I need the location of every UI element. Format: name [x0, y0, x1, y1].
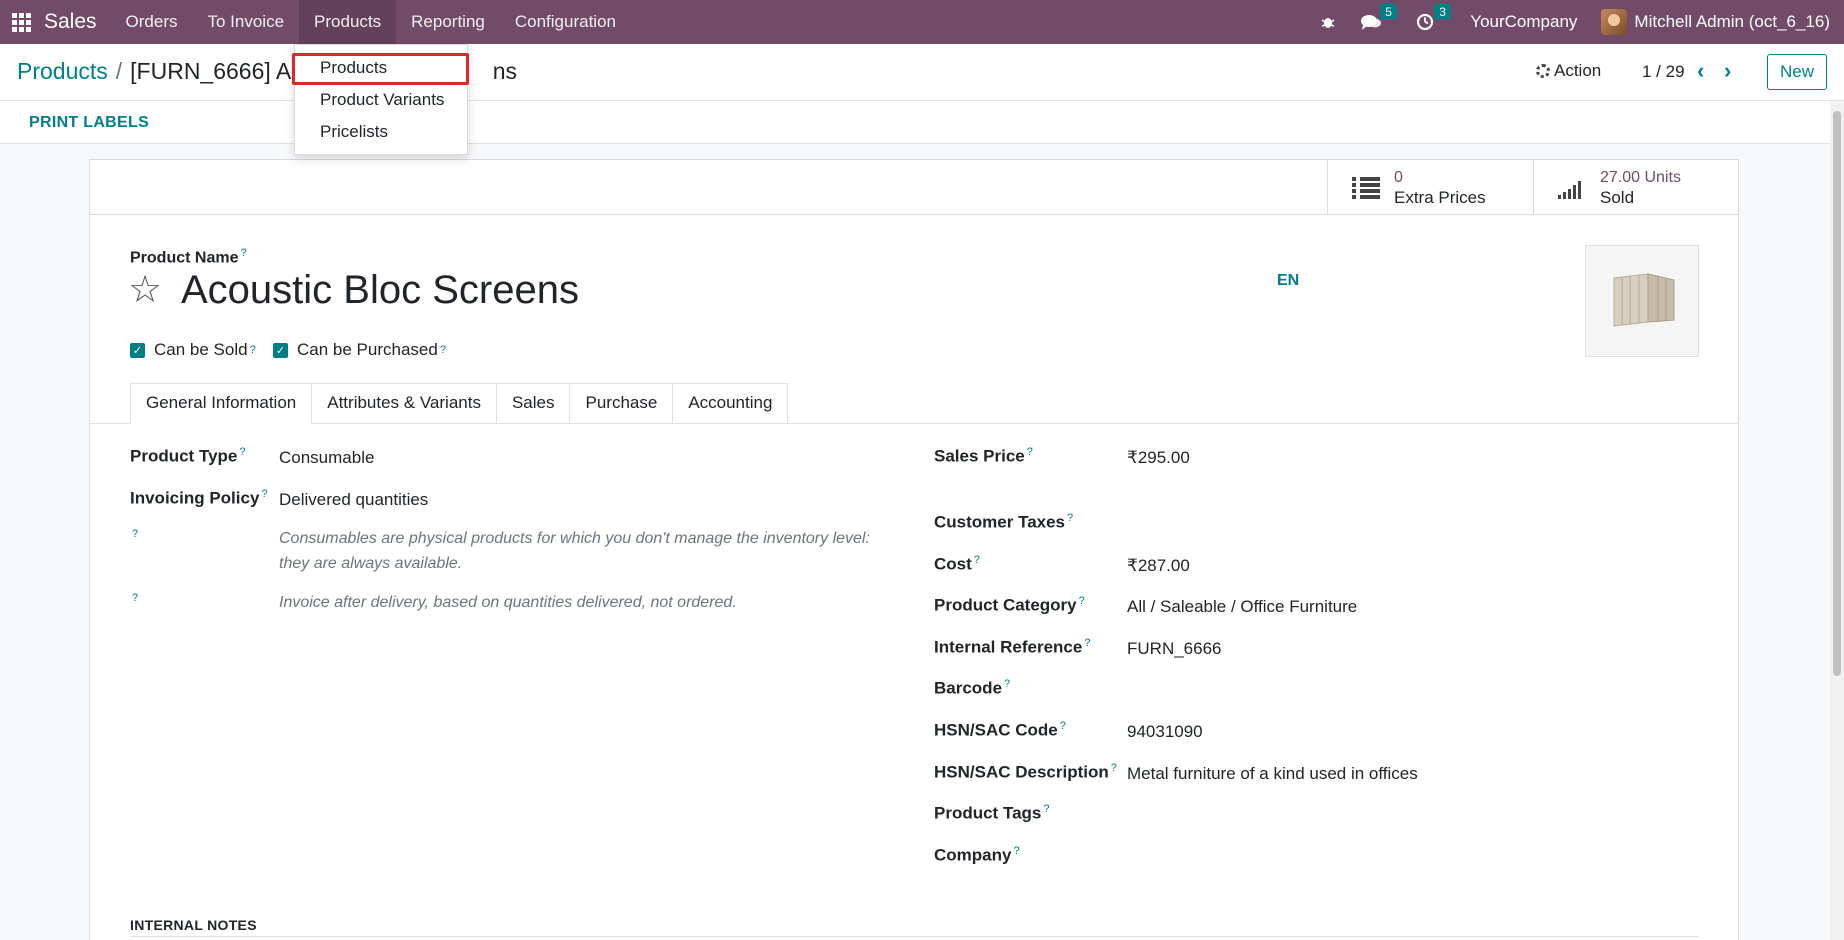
internal-notes-title: INTERNAL NOTES: [130, 917, 257, 933]
can-be-sold-label: Can be Sold: [154, 340, 248, 359]
product-category-label: Product Category?: [934, 595, 1085, 615]
scrollbar-thumb[interactable]: [1833, 111, 1841, 676]
list-icon: [1352, 177, 1380, 199]
sales-price-field[interactable]: ₹295.00: [1127, 448, 1190, 468]
menu-to-invoice[interactable]: To Invoice: [193, 0, 300, 44]
product-type-help-icon: ?: [132, 528, 139, 540]
print-labels-button[interactable]: PRINT LABELS: [29, 114, 149, 132]
product-type-help-text: Consumables are physical products for wh…: [279, 530, 870, 572]
product-type-field[interactable]: Consumable: [279, 448, 374, 468]
language-toggle[interactable]: EN: [1277, 272, 1299, 290]
debug-bug-icon[interactable]: [1308, 0, 1348, 44]
app-brand[interactable]: Sales: [42, 0, 111, 44]
tab-attributes-variants[interactable]: Attributes & Variants: [312, 383, 497, 424]
can-be-purchased-field[interactable]: ✓ Can be Purchased?: [273, 340, 446, 360]
highlight-box: [292, 53, 469, 85]
product-type-label: Product Type?: [130, 446, 246, 466]
units-sold-button[interactable]: 27.00 Units Sold: [1533, 160, 1738, 215]
product-tags-label: Product Tags?: [934, 803, 1050, 823]
cost-label: Cost?: [934, 554, 980, 574]
activities-badge: 3: [1434, 4, 1451, 20]
hsn-description-field[interactable]: Metal furniture of a kind used in office…: [1127, 764, 1418, 784]
company-switcher[interactable]: YourCompany: [1458, 0, 1589, 44]
tab-accounting[interactable]: Accounting: [673, 383, 789, 424]
tab-general-information[interactable]: General Information: [130, 383, 313, 424]
breadcrumb-separator: /: [115, 58, 123, 84]
form-tabs: General Information Attributes & Variant…: [130, 383, 789, 424]
messages-badge: 5: [1380, 4, 1397, 20]
gear-icon: [1536, 64, 1550, 78]
extra-prices-label: Extra Prices: [1394, 187, 1486, 207]
messages-chat-icon[interactable]: 5: [1348, 0, 1404, 44]
sales-price-label: Sales Price?: [934, 446, 1033, 466]
customer-taxes-label: Customer Taxes?: [934, 512, 1074, 532]
menu-reporting[interactable]: Reporting: [396, 0, 500, 44]
hsn-code-label: HSN/SAC Code?: [934, 720, 1066, 740]
cost-field[interactable]: ₹287.00: [1127, 556, 1190, 576]
form-statusbar: PRINT LABELS: [0, 101, 1844, 144]
menu-products[interactable]: Products: [299, 0, 397, 44]
vertical-scrollbar[interactable]: [1830, 101, 1844, 940]
control-panel: Products / [FURN_6666] Ac ns Action 1 / 29 …: [0, 44, 1844, 101]
signal-bars-icon: [1558, 177, 1586, 199]
apps-menu-icon[interactable]: [0, 0, 42, 44]
hsn-code-field[interactable]: 94031090: [1127, 722, 1203, 742]
activities-clock-icon[interactable]: 3: [1404, 0, 1458, 44]
can-be-purchased-checkbox[interactable]: ✓: [273, 342, 288, 358]
favorite-star-icon[interactable]: ☆: [128, 270, 162, 310]
internal-reference-label: Internal Reference?: [934, 637, 1091, 657]
extra-prices-button[interactable]: 0 Extra Prices: [1327, 160, 1533, 215]
invoicing-policy-label: Invoicing Policy?: [130, 488, 268, 508]
tab-sales[interactable]: Sales: [496, 383, 571, 424]
smart-button-box: 0 Extra Prices 27.00 Units Sold: [90, 160, 1738, 215]
company-label: Company?: [934, 845, 1020, 865]
action-label: Action: [1554, 61, 1602, 80]
units-sold-value: 27.00 Units: [1600, 168, 1681, 186]
form-sheet: 0 Extra Prices 27.00 Units Sold Product …: [89, 159, 1739, 940]
breadcrumb-products-link[interactable]: Products: [17, 58, 108, 84]
barcode-label: Barcode?: [934, 678, 1011, 698]
product-name-label: Product Name?: [130, 247, 247, 267]
menu-orders[interactable]: Orders: [111, 0, 193, 44]
user-name: Mitchell Admin (oct_6_16): [1634, 12, 1830, 31]
product-image[interactable]: [1585, 245, 1699, 357]
units-sold-label: Sold: [1600, 187, 1635, 207]
new-button[interactable]: New: [1767, 54, 1827, 90]
extra-prices-value: 0: [1394, 168, 1403, 186]
can-be-sold-field[interactable]: ✓ Can be Sold?: [130, 340, 256, 360]
menu-configuration[interactable]: Configuration: [500, 0, 631, 44]
tab-purchase[interactable]: Purchase: [570, 383, 674, 424]
hsn-description-label: HSN/SAC Description?: [934, 762, 1117, 782]
pager-value[interactable]: 1 / 29: [1642, 62, 1685, 82]
user-avatar: [1601, 9, 1628, 35]
invoicing-help-text: Invoice after delivery, based on quantit…: [279, 594, 737, 611]
internal-notes-divider: [130, 936, 1699, 937]
action-menu-button[interactable]: Action: [1536, 61, 1601, 81]
dropdown-item-product-variants[interactable]: Product Variants: [295, 84, 467, 116]
breadcrumb-current-start: [FURN_6666] Ac: [130, 58, 303, 84]
can-be-sold-checkbox[interactable]: ✓: [130, 342, 145, 358]
internal-reference-field[interactable]: FURN_6666: [1127, 639, 1222, 659]
product-category-field[interactable]: All / Saleable / Office Furniture: [1127, 597, 1357, 617]
can-be-purchased-label: Can be Purchased: [297, 340, 438, 359]
product-name-field[interactable]: Acoustic Bloc Screens: [181, 268, 579, 313]
pager-next-icon[interactable]: ›: [1724, 58, 1731, 84]
user-menu[interactable]: Mitchell Admin (oct_6_16): [1589, 0, 1844, 44]
invoicing-help-icon: ?: [132, 592, 139, 604]
breadcrumb-current-end: ns: [492, 58, 518, 84]
top-navbar: Sales Orders To Invoice Products Reporti…: [0, 0, 1844, 44]
invoicing-policy-field[interactable]: Delivered quantities: [279, 490, 428, 510]
pager-previous-icon[interactable]: ‹: [1697, 58, 1704, 84]
dropdown-item-pricelists[interactable]: Pricelists: [295, 116, 467, 148]
